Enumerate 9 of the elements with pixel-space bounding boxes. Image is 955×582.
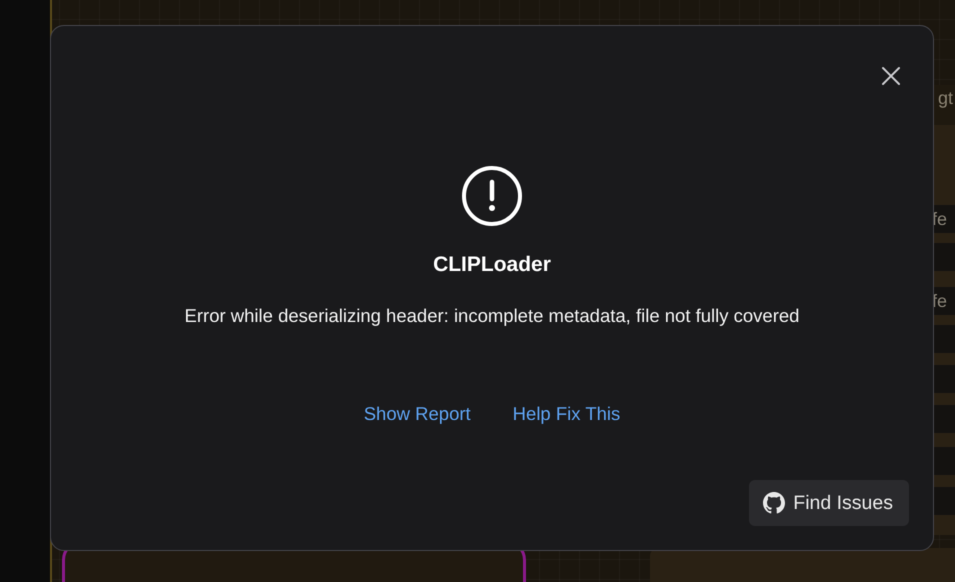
dialog-title: CLIPLoader xyxy=(433,253,551,277)
node-title: gt xyxy=(938,88,954,109)
find-issues-button[interactable]: Find Issues xyxy=(749,480,909,526)
close-icon[interactable] xyxy=(879,64,903,88)
github-icon xyxy=(763,492,786,514)
dialog-link[interactable]: Help Fix This xyxy=(512,403,620,425)
dialog-link[interactable]: Show Report xyxy=(364,403,471,425)
error-message: Error while deserializing header: incomplete metadata, file not fully covered xyxy=(184,305,800,327)
exclamation-circle-icon xyxy=(461,165,523,227)
